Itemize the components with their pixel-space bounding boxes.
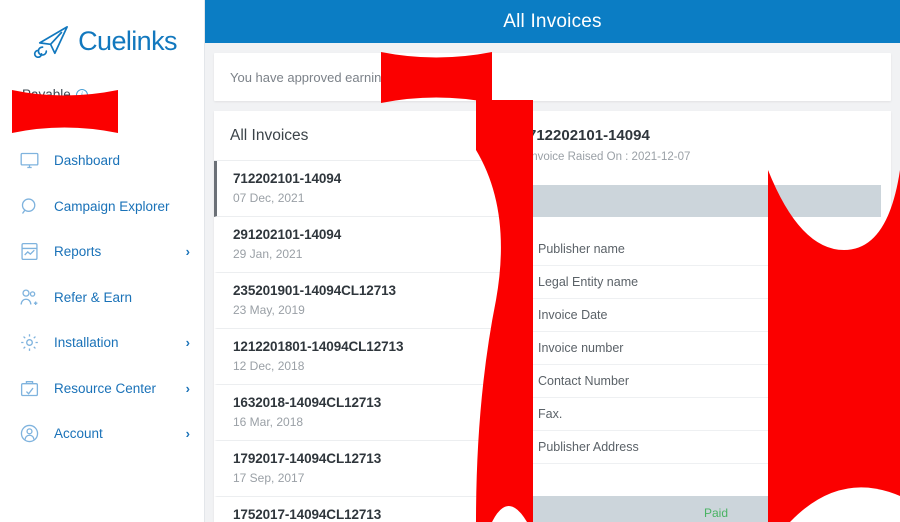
invoice-list: 712202101-14094 07 Dec, 2021 291202101-1… — [214, 161, 502, 522]
invoices-page: Cuelinks Payable i Dashboard Campaign Ex… — [0, 0, 900, 522]
sidebar-item-label: Campaign Explorer — [54, 198, 170, 214]
sidebar-item-label: Dashboard — [54, 153, 121, 169]
info-icon[interactable]: i — [75, 88, 88, 101]
invoice-number: 1212201801-14094CL12713 — [233, 339, 404, 354]
invoices-content: All Invoices 712202101-14094 07 Dec, 202… — [214, 111, 891, 522]
sidebar-item-label: Installation — [54, 335, 119, 351]
table-row: Invoice number — [522, 332, 881, 365]
field-label: Invoice Date — [538, 308, 608, 322]
table-row: Contact Number — [522, 365, 881, 398]
table-row: Invoice Date — [522, 299, 881, 332]
invoice-detail-header: 712202101-14094 Invoice Raised On : 2021… — [512, 111, 891, 169]
earnings-banner: You have approved earnings of — [214, 53, 891, 101]
sidebar-item-reports[interactable]: Reports › — [0, 229, 204, 275]
payable-label: Payable i — [22, 87, 88, 102]
table-row: Publisher name — [522, 233, 881, 266]
sidebar-item-dashboard[interactable]: Dashboard — [0, 138, 204, 184]
user-circle-icon — [18, 423, 40, 445]
invoice-number: 235201901-14094CL12713 — [233, 283, 396, 298]
invoice-date: 17 Sep, 2017 — [233, 471, 305, 485]
field-label: Publisher Address — [538, 440, 639, 454]
page-title: All Invoices — [503, 10, 602, 32]
list-item[interactable]: 1752017-14094CL12713 17 May, 2017 — [214, 497, 502, 522]
invoice-date: 07 Dec, 2021 — [233, 191, 305, 205]
invoice-field-table: Publisher name Legal Entity name Invoice… — [522, 233, 881, 464]
sidebar-item-label: Reports — [54, 244, 102, 260]
invoice-number: 1752017-14094CL12713 — [233, 507, 382, 522]
chevron-right-icon[interactable]: › — [186, 427, 190, 440]
invoice-section-header-bar — [522, 185, 881, 217]
monitor-icon — [18, 150, 40, 172]
sidebar: Cuelinks Payable i Dashboard Campaign Ex… — [0, 0, 205, 522]
earnings-banner-text: You have approved earnings of — [230, 69, 410, 85]
report-chart-icon — [18, 241, 40, 263]
invoice-number: 712202101-14094 — [233, 171, 342, 186]
invoice-list-card: All Invoices 712202101-14094 07 Dec, 202… — [214, 111, 502, 522]
table-row: Publisher Address — [522, 431, 881, 464]
field-label: Publisher name — [538, 242, 625, 256]
invoice-raised-on: Invoice Raised On : 2021-12-07 — [528, 151, 691, 163]
company-information-label: Company Inform — [794, 502, 883, 516]
brand-logo[interactable]: Cuelinks — [0, 0, 204, 82]
paperplane-link-icon — [33, 24, 71, 59]
invoice-number: 1632018-14094CL12713 — [233, 395, 382, 410]
sidebar-item-label: Refer & Earn — [54, 289, 133, 305]
invoice-date: 23 May, 2019 — [233, 303, 305, 317]
list-item[interactable]: 1792017-14094CL12713 17 Sep, 2017 — [214, 441, 502, 497]
field-label: Invoice number — [538, 341, 624, 355]
field-label: Contact Number — [538, 374, 630, 388]
field-label: Fax. — [538, 407, 563, 421]
sidebar-item-label: Account — [54, 426, 103, 442]
invoice-date: 16 Mar, 2018 — [233, 415, 304, 429]
gear-icon — [18, 332, 40, 354]
sidebar-item-resource-center[interactable]: Resource Center › — [0, 366, 204, 412]
main-area: All Invoices You have approved earnings … — [205, 0, 900, 522]
invoice-date: 12 Dec, 2018 — [233, 359, 305, 373]
invoice-number: 291202101-14094 — [233, 227, 342, 242]
sidebar-item-refer-and-earn[interactable]: Refer & Earn — [0, 275, 204, 321]
invoice-detail-card: 712202101-14094 Invoice Raised On : 2021… — [512, 111, 891, 522]
table-row: Legal Entity name — [522, 266, 881, 299]
invoice-date: 29 Jan, 2021 — [233, 247, 303, 261]
sidebar-item-campaign-explorer[interactable]: Campaign Explorer — [0, 184, 204, 230]
sidebar-item-account[interactable]: Account › — [0, 411, 204, 457]
payable-label-text: Payable — [22, 87, 71, 102]
invoice-number: 1792017-14094CL12713 — [233, 451, 382, 466]
chevron-right-icon[interactable]: › — [186, 382, 190, 395]
sidebar-nav: Dashboard Campaign Explorer Reports › Re… — [0, 138, 204, 457]
page-header: All Invoices — [205, 0, 900, 43]
field-label: Legal Entity name — [538, 275, 639, 289]
brand-name: Cuelinks — [78, 25, 177, 56]
table-row: Fax. — [522, 398, 881, 431]
invoice-detail-number: 712202101-14094 — [528, 127, 650, 144]
payable-block: Payable i — [0, 82, 204, 132]
chevron-right-icon[interactable]: › — [186, 336, 190, 349]
search-icon — [18, 195, 40, 217]
briefcase-icon — [18, 377, 40, 399]
list-item[interactable]: 1212201801-14094CL12713 12 Dec, 2018 — [214, 329, 502, 385]
list-item[interactable]: 712202101-14094 07 Dec, 2021 — [214, 161, 502, 217]
sidebar-item-installation[interactable]: Installation › — [0, 320, 204, 366]
list-item[interactable]: 1632018-14094CL12713 16 Mar, 2018 — [214, 385, 502, 441]
list-item[interactable]: 291202101-14094 29 Jan, 2021 — [214, 217, 502, 273]
chevron-right-icon[interactable]: › — [186, 245, 190, 258]
list-item[interactable]: 235201901-14094CL12713 23 May, 2019 — [214, 273, 502, 329]
sidebar-item-label: Resource Center — [54, 380, 157, 396]
people-add-icon — [18, 286, 40, 308]
status-badge: Paid — [704, 506, 729, 520]
invoice-list-title: All Invoices — [214, 111, 502, 161]
